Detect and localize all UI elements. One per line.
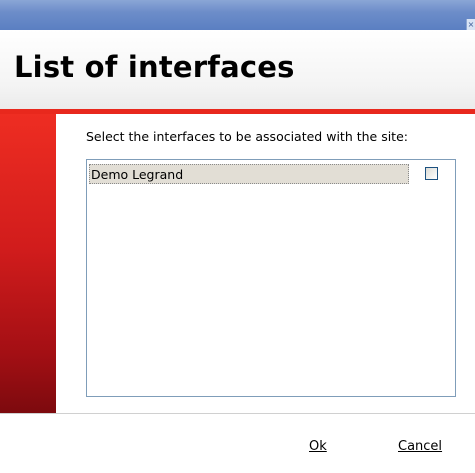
decorative-side-bar: [0, 114, 56, 414]
list-item[interactable]: Demo Legrand: [89, 164, 409, 184]
cancel-button[interactable]: Cancel: [398, 439, 442, 454]
list-item-label: Demo Legrand: [91, 167, 184, 182]
close-icon[interactable]: ×: [466, 19, 475, 30]
ok-button[interactable]: Ok: [309, 439, 327, 454]
interfaces-listbox[interactable]: Demo Legrand: [86, 159, 456, 397]
dialog-header: List of interfaces: [0, 30, 475, 109]
interface-checkbox[interactable]: [425, 167, 438, 180]
window-titlebar[interactable]: ×: [0, 0, 475, 30]
page-title: List of interfaces: [14, 50, 295, 84]
instruction-text: Select the interfaces to be associated w…: [86, 129, 408, 144]
